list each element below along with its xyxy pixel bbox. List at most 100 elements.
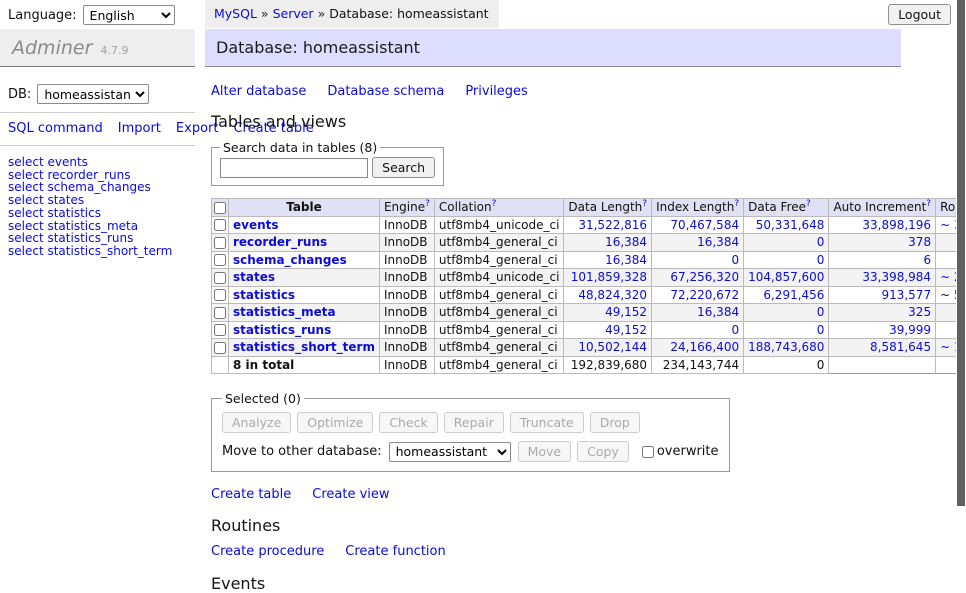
index-length-link[interactable]: 16,384 (697, 305, 739, 319)
auto-increment-link[interactable]: 33,398,984 (862, 270, 931, 284)
database-action-link[interactable]: Privileges (465, 84, 528, 99)
row-checkbox[interactable] (214, 237, 226, 249)
help-link[interactable]: ? (734, 199, 739, 209)
move-buttons: MoveCopy (518, 441, 635, 462)
optimize-button[interactable]: Optimize (297, 412, 373, 433)
events-heading: Events (211, 574, 911, 593)
help-link[interactable]: ? (642, 199, 647, 209)
sidebar-select-table-link[interactable]: select states (8, 194, 195, 207)
data-length-link[interactable]: 49,152 (605, 305, 647, 319)
routine-link[interactable]: Create procedure (211, 544, 324, 559)
auto-increment-link[interactable]: 913,577 (881, 288, 931, 302)
check-button[interactable]: Check (379, 412, 437, 433)
search-legend: Search data in tables (8) (220, 140, 380, 155)
repair-button[interactable]: Repair (444, 412, 504, 433)
table-name-link[interactable]: statistics_meta (233, 305, 336, 319)
logout-button[interactable]: Logout (888, 4, 951, 25)
sidebar-select-table-link[interactable]: select events (8, 156, 195, 169)
row-checkbox[interactable] (214, 254, 226, 266)
table-name-link[interactable]: schema_changes (233, 253, 347, 267)
data-free-link[interactable]: 6,291,456 (763, 288, 824, 302)
data-free-link[interactable]: 0 (817, 305, 825, 319)
search-button[interactable]: Search (372, 157, 435, 178)
search-input[interactable] (220, 158, 368, 178)
row-checkbox[interactable] (214, 272, 226, 284)
engine-cell: InnoDB (379, 286, 434, 304)
auto-increment-link[interactable]: 325 (908, 305, 931, 319)
data-length-link[interactable]: 10,502,144 (578, 340, 647, 354)
routine-link[interactable]: Create function (345, 544, 445, 559)
index-length-link[interactable]: 70,467,584 (670, 218, 739, 232)
help-link[interactable]: ? (425, 199, 430, 209)
data-length-link[interactable]: 49,152 (605, 323, 647, 337)
sidebar-select-table-link[interactable]: select statistics (8, 207, 195, 220)
language-label: Language: (8, 8, 77, 23)
column-header-data-free: Data Free? (744, 199, 829, 217)
help-link[interactable]: ? (926, 199, 931, 209)
db-select[interactable]: homeassistant (37, 84, 149, 104)
database-action-link[interactable]: Database schema (327, 84, 444, 99)
index-length-link[interactable]: 0 (731, 323, 739, 337)
table-name-link[interactable]: recorder_runs (233, 235, 327, 249)
collation-cell: utf8mb4_general_ci (434, 251, 564, 269)
index-length-link[interactable]: 67,256,320 (670, 270, 739, 284)
table-name-link[interactable]: states (233, 270, 275, 284)
index-length-link[interactable]: 16,384 (697, 235, 739, 249)
data-free-link[interactable]: 188,743,680 (748, 340, 824, 354)
table-name-link[interactable]: statistics_runs (233, 323, 331, 337)
truncate-button[interactable]: Truncate (510, 412, 584, 433)
index-length-link[interactable]: 0 (731, 253, 739, 267)
select-all-checkbox[interactable] (214, 202, 226, 214)
data-free-link[interactable]: 104,857,600 (748, 270, 824, 284)
help-link[interactable]: ? (492, 199, 497, 209)
overwrite-checkbox[interactable] (642, 446, 654, 458)
auto-increment-link[interactable]: 6 (923, 253, 931, 267)
sidebar-action-link[interactable]: Import (118, 121, 161, 136)
help-link[interactable]: ? (806, 199, 811, 209)
column-header-auto-increment: Auto Increment? (829, 199, 936, 217)
auto-increment-link[interactable]: 8,581,645 (870, 340, 931, 354)
table-name-link[interactable]: statistics_short_term (233, 340, 375, 354)
table-name-link[interactable]: events (233, 218, 279, 232)
data-length-link[interactable]: 101,859,328 (571, 270, 647, 284)
data-length-link[interactable]: 48,824,320 (578, 288, 647, 302)
row-checkbox[interactable] (214, 307, 226, 319)
row-checkbox[interactable] (214, 324, 226, 336)
index-length-link[interactable]: 72,220,672 (670, 288, 739, 302)
language-form: Language: English (8, 5, 175, 25)
analyze-button[interactable]: Analyze (222, 412, 291, 433)
create-links: Create table Create view (211, 487, 911, 502)
breadcrumb-item[interactable]: MySQL (214, 6, 257, 21)
create-link[interactable]: Create table (211, 487, 291, 502)
auto-increment-link[interactable]: 378 (908, 235, 931, 249)
auto-increment-link[interactable]: 33,898,196 (862, 218, 931, 232)
create-link[interactable]: Create view (312, 487, 389, 502)
db-selector-row: DB: homeassistant (0, 82, 195, 112)
data-free-link[interactable]: 0 (817, 235, 825, 249)
data-length-link[interactable]: 16,384 (605, 235, 647, 249)
move-button[interactable]: Move (518, 441, 572, 462)
breadcrumb-item[interactable]: Server (273, 6, 314, 21)
index-length-link[interactable]: 24,166,400 (670, 340, 739, 354)
data-free-link[interactable]: 50,331,648 (756, 218, 825, 232)
engine-cell: InnoDB (379, 251, 434, 269)
move-db-select[interactable]: homeassistant (389, 442, 511, 462)
data-free-link[interactable]: 0 (817, 323, 825, 337)
scrollbar-thumb[interactable] (957, 0, 965, 506)
row-checkbox[interactable] (214, 289, 226, 301)
column-header-engine: Engine? (379, 199, 434, 217)
data-length-link[interactable]: 31,522,816 (578, 218, 647, 232)
auto-increment-link[interactable]: 39,999 (889, 323, 931, 337)
data-free-link[interactable]: 0 (817, 253, 825, 267)
sidebar-select-table-link[interactable]: select statistics_short_term (8, 245, 195, 258)
database-action-link[interactable]: Alter database (211, 84, 306, 99)
sidebar-action-link[interactable]: SQL command (8, 121, 103, 136)
copy-button[interactable]: Copy (577, 441, 629, 462)
data-length-link[interactable]: 16,384 (605, 253, 647, 267)
table-name-link[interactable]: statistics (233, 288, 295, 302)
language-select[interactable]: English (83, 5, 175, 25)
row-checkbox[interactable] (214, 342, 226, 354)
drop-button[interactable]: Drop (590, 412, 640, 433)
vertical-scrollbar[interactable] (956, 0, 966, 543)
row-checkbox[interactable] (214, 219, 226, 231)
